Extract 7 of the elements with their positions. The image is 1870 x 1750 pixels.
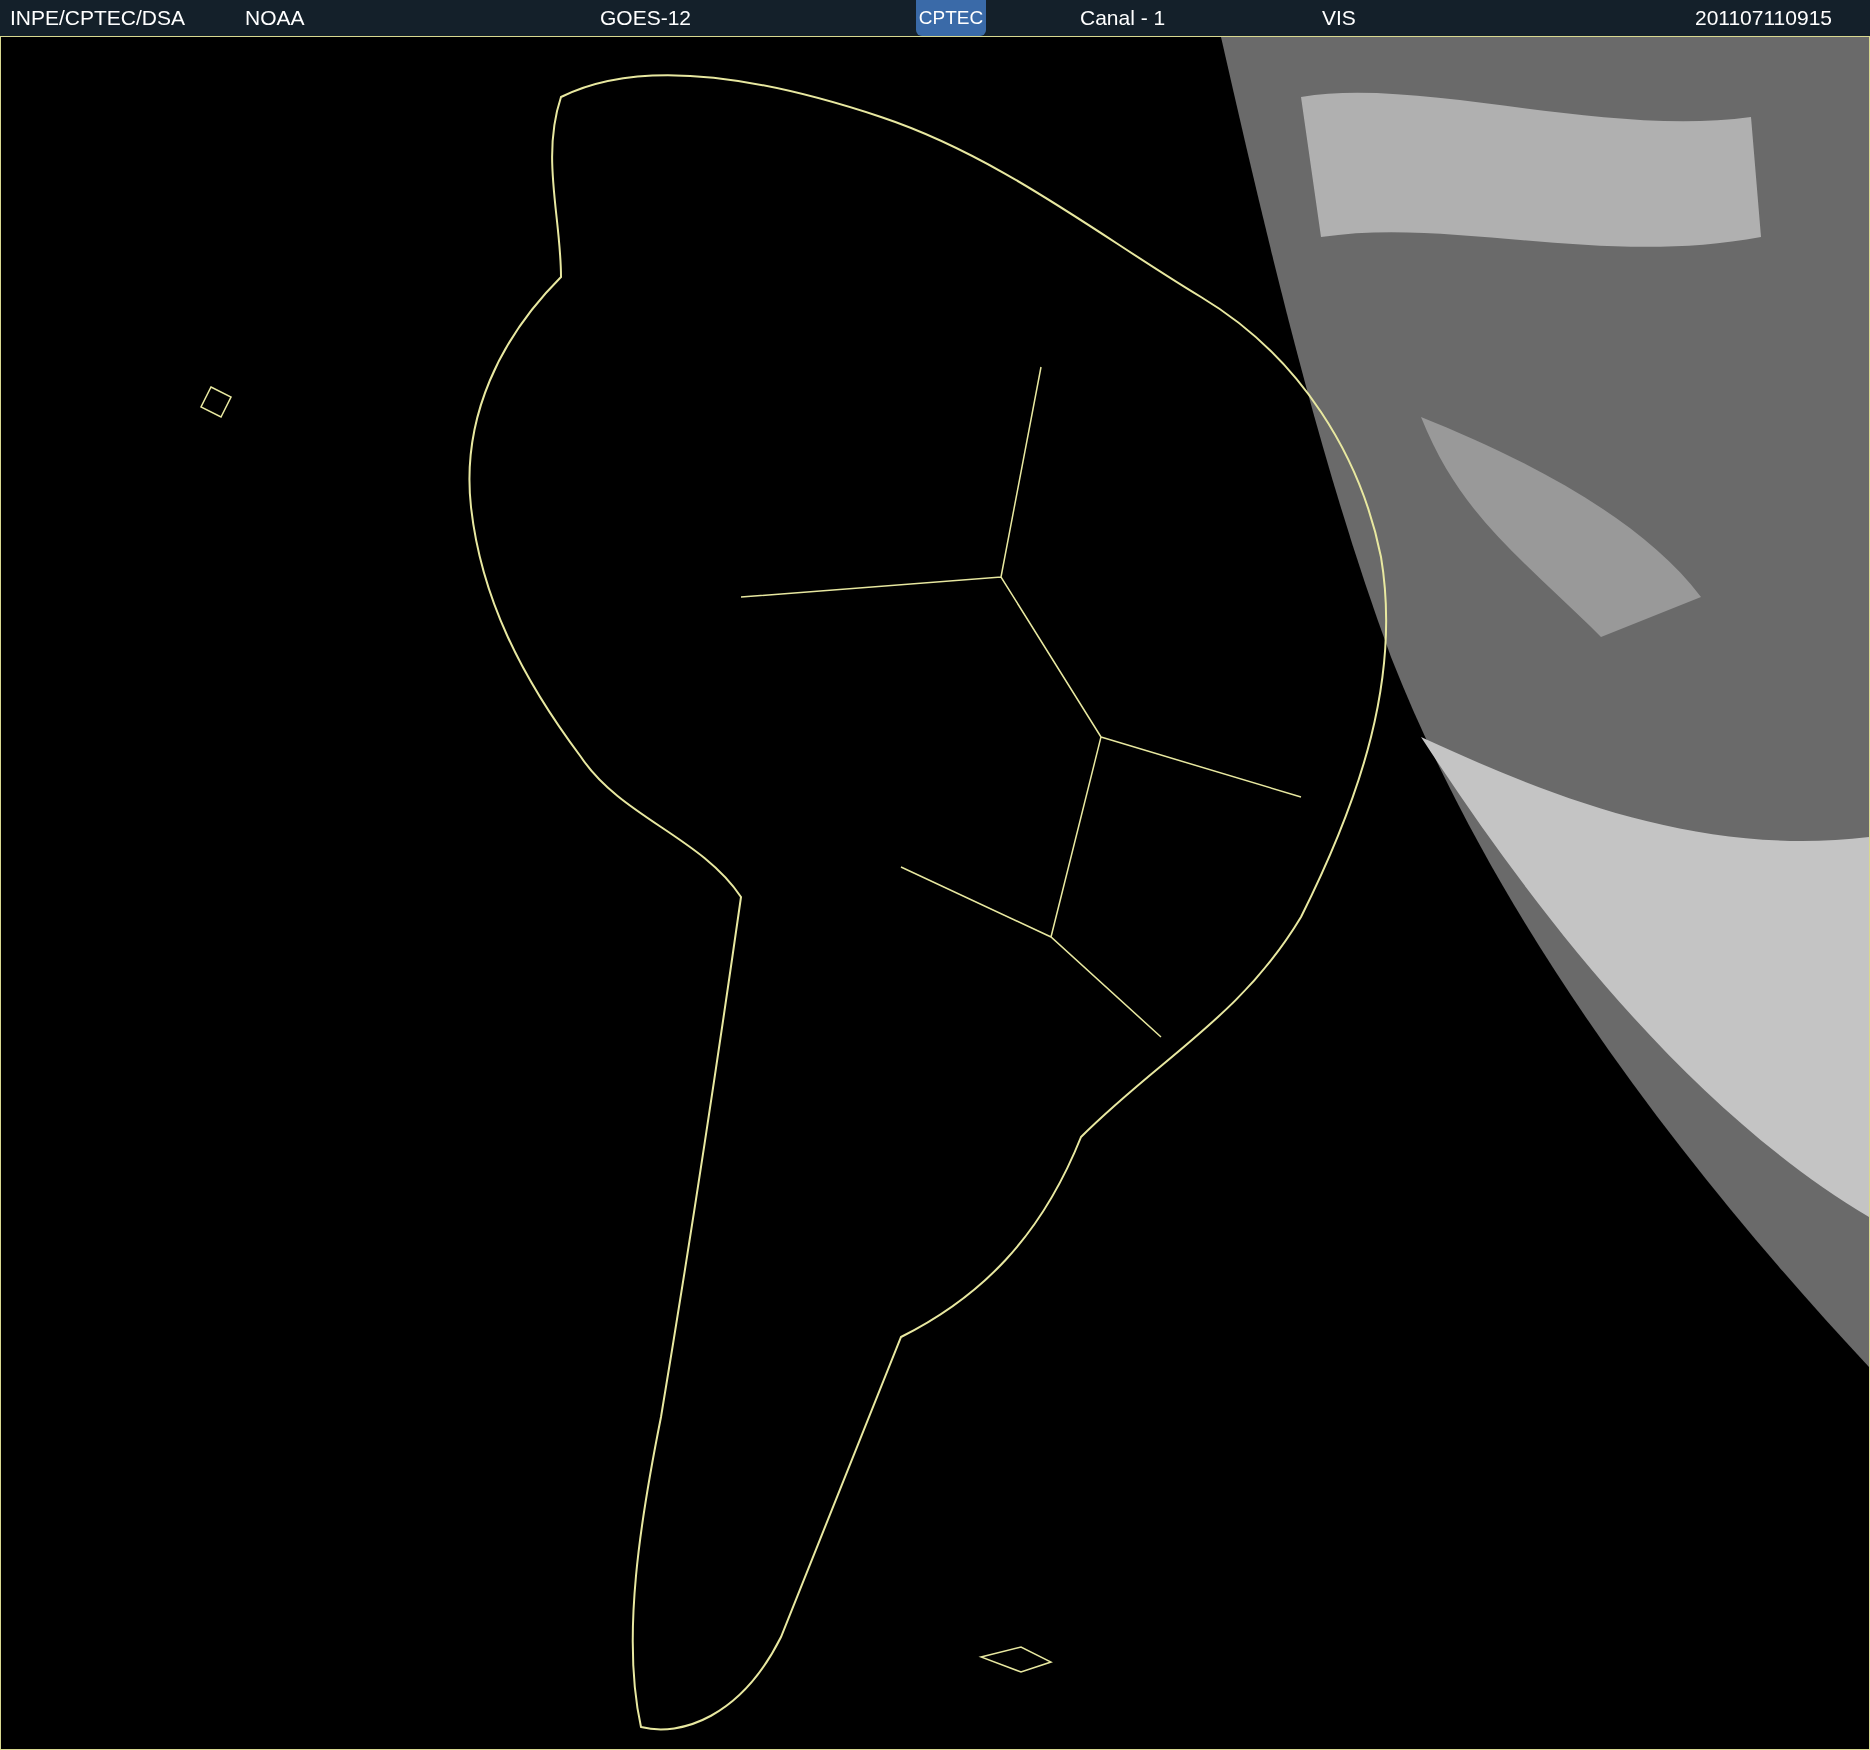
channel-label: Canal - 1 [1080,5,1166,32]
band-label: VIS [1322,5,1356,32]
logo-badge: CPTEC [916,0,986,36]
satellite-label: GOES-12 [600,5,692,32]
agency-label: NOAA [245,5,305,32]
timestamp-label: 201107110915 [1694,5,1832,32]
source-label: INPE/CPTEC/DSA [10,5,186,32]
